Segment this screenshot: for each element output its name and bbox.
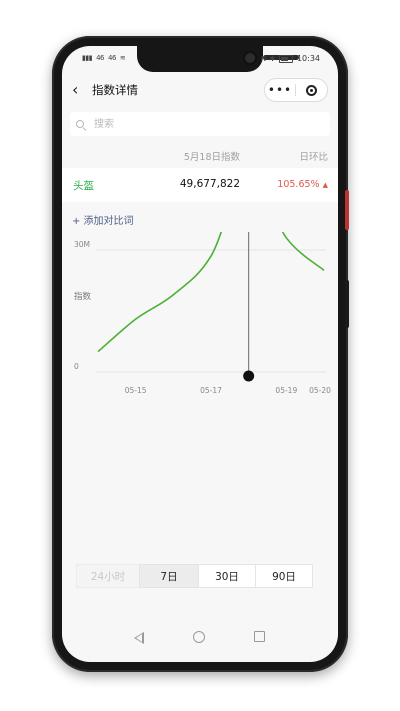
x-tick-label: 05-20 [309,386,331,395]
range-tab-1: 24小时 [76,564,140,588]
y-axis-label: 指数 [74,291,92,302]
back-arrow-icon[interactable]: ‹ [72,80,78,99]
time-range-tabs: 24小时 7日 30日 90日 [76,564,313,588]
system-recents-icon[interactable] [254,631,265,642]
index-line-chart[interactable]: 指数60M30M005-1505-1705-1905-20 [62,232,338,542]
range-tab-2[interactable]: 7日 [139,564,199,588]
page-title: 指数详情 [92,83,138,97]
range-tab-4[interactable]: 90日 [255,564,313,588]
table-row[interactable]: 头盔 49,677,822 105.65% ▲ [62,168,338,202]
system-navigation-bar [62,628,338,652]
nfc-icon: N [260,54,266,63]
header-ratio: 日环比 [299,152,328,163]
carrier-label-left: 46 [96,54,104,62]
navigation-bar: ‹ 指数详情 ••• [62,74,338,104]
x-tick-label: 05-19 [275,386,297,395]
wifi-icon: ≋ [119,54,126,62]
y-tick-label: 0 [74,362,79,371]
search-icon [76,120,84,128]
x-tick-label: 05-15 [125,386,147,395]
search-bar[interactable] [70,112,330,136]
screen: ▮▮▮ 46 46 ≋ N ✱ 10:34 ‹ 指数详情 ••• 5月18日指数… [62,46,338,662]
add-compare-button[interactable]: + 添加对比词 [72,212,134,227]
daily-ratio: 105.65% ▲ [277,179,328,190]
bluetooth-icon: ✱ [269,54,276,63]
close-circle-icon [305,84,317,96]
mini-program-capsule: ••• [264,78,328,102]
carrier-label-right: 46 [107,54,116,62]
range-tab-3[interactable]: 30日 [198,564,256,588]
x-tick-label: 05-17 [200,386,222,395]
keyword-label: 头盔 [73,180,94,192]
header-date: 5月18日指数 [183,152,240,163]
more-icon[interactable]: ••• [265,79,295,101]
y-tick-label: 30M [74,240,90,249]
ratio-value: 105.65% [277,179,320,190]
close-button[interactable] [296,84,326,96]
up-arrow-icon: ▲ [322,181,328,189]
power-button [345,190,349,230]
index-table-header: 5月18日指数 日环比 [62,146,338,166]
status-bar: ▮▮▮ 46 46 ≋ N ✱ 10:34 [62,46,338,72]
volume-button [345,280,349,328]
search-input[interactable] [92,117,316,131]
battery-icon [278,54,293,63]
signal-icon: ▮▮▮ [82,54,93,62]
status-time: 10:34 [296,54,320,63]
system-back-icon[interactable] [134,632,144,644]
index-value: 49,677,822 [179,178,240,190]
cursor-handle[interactable] [243,370,255,382]
system-home-icon[interactable] [193,631,205,643]
